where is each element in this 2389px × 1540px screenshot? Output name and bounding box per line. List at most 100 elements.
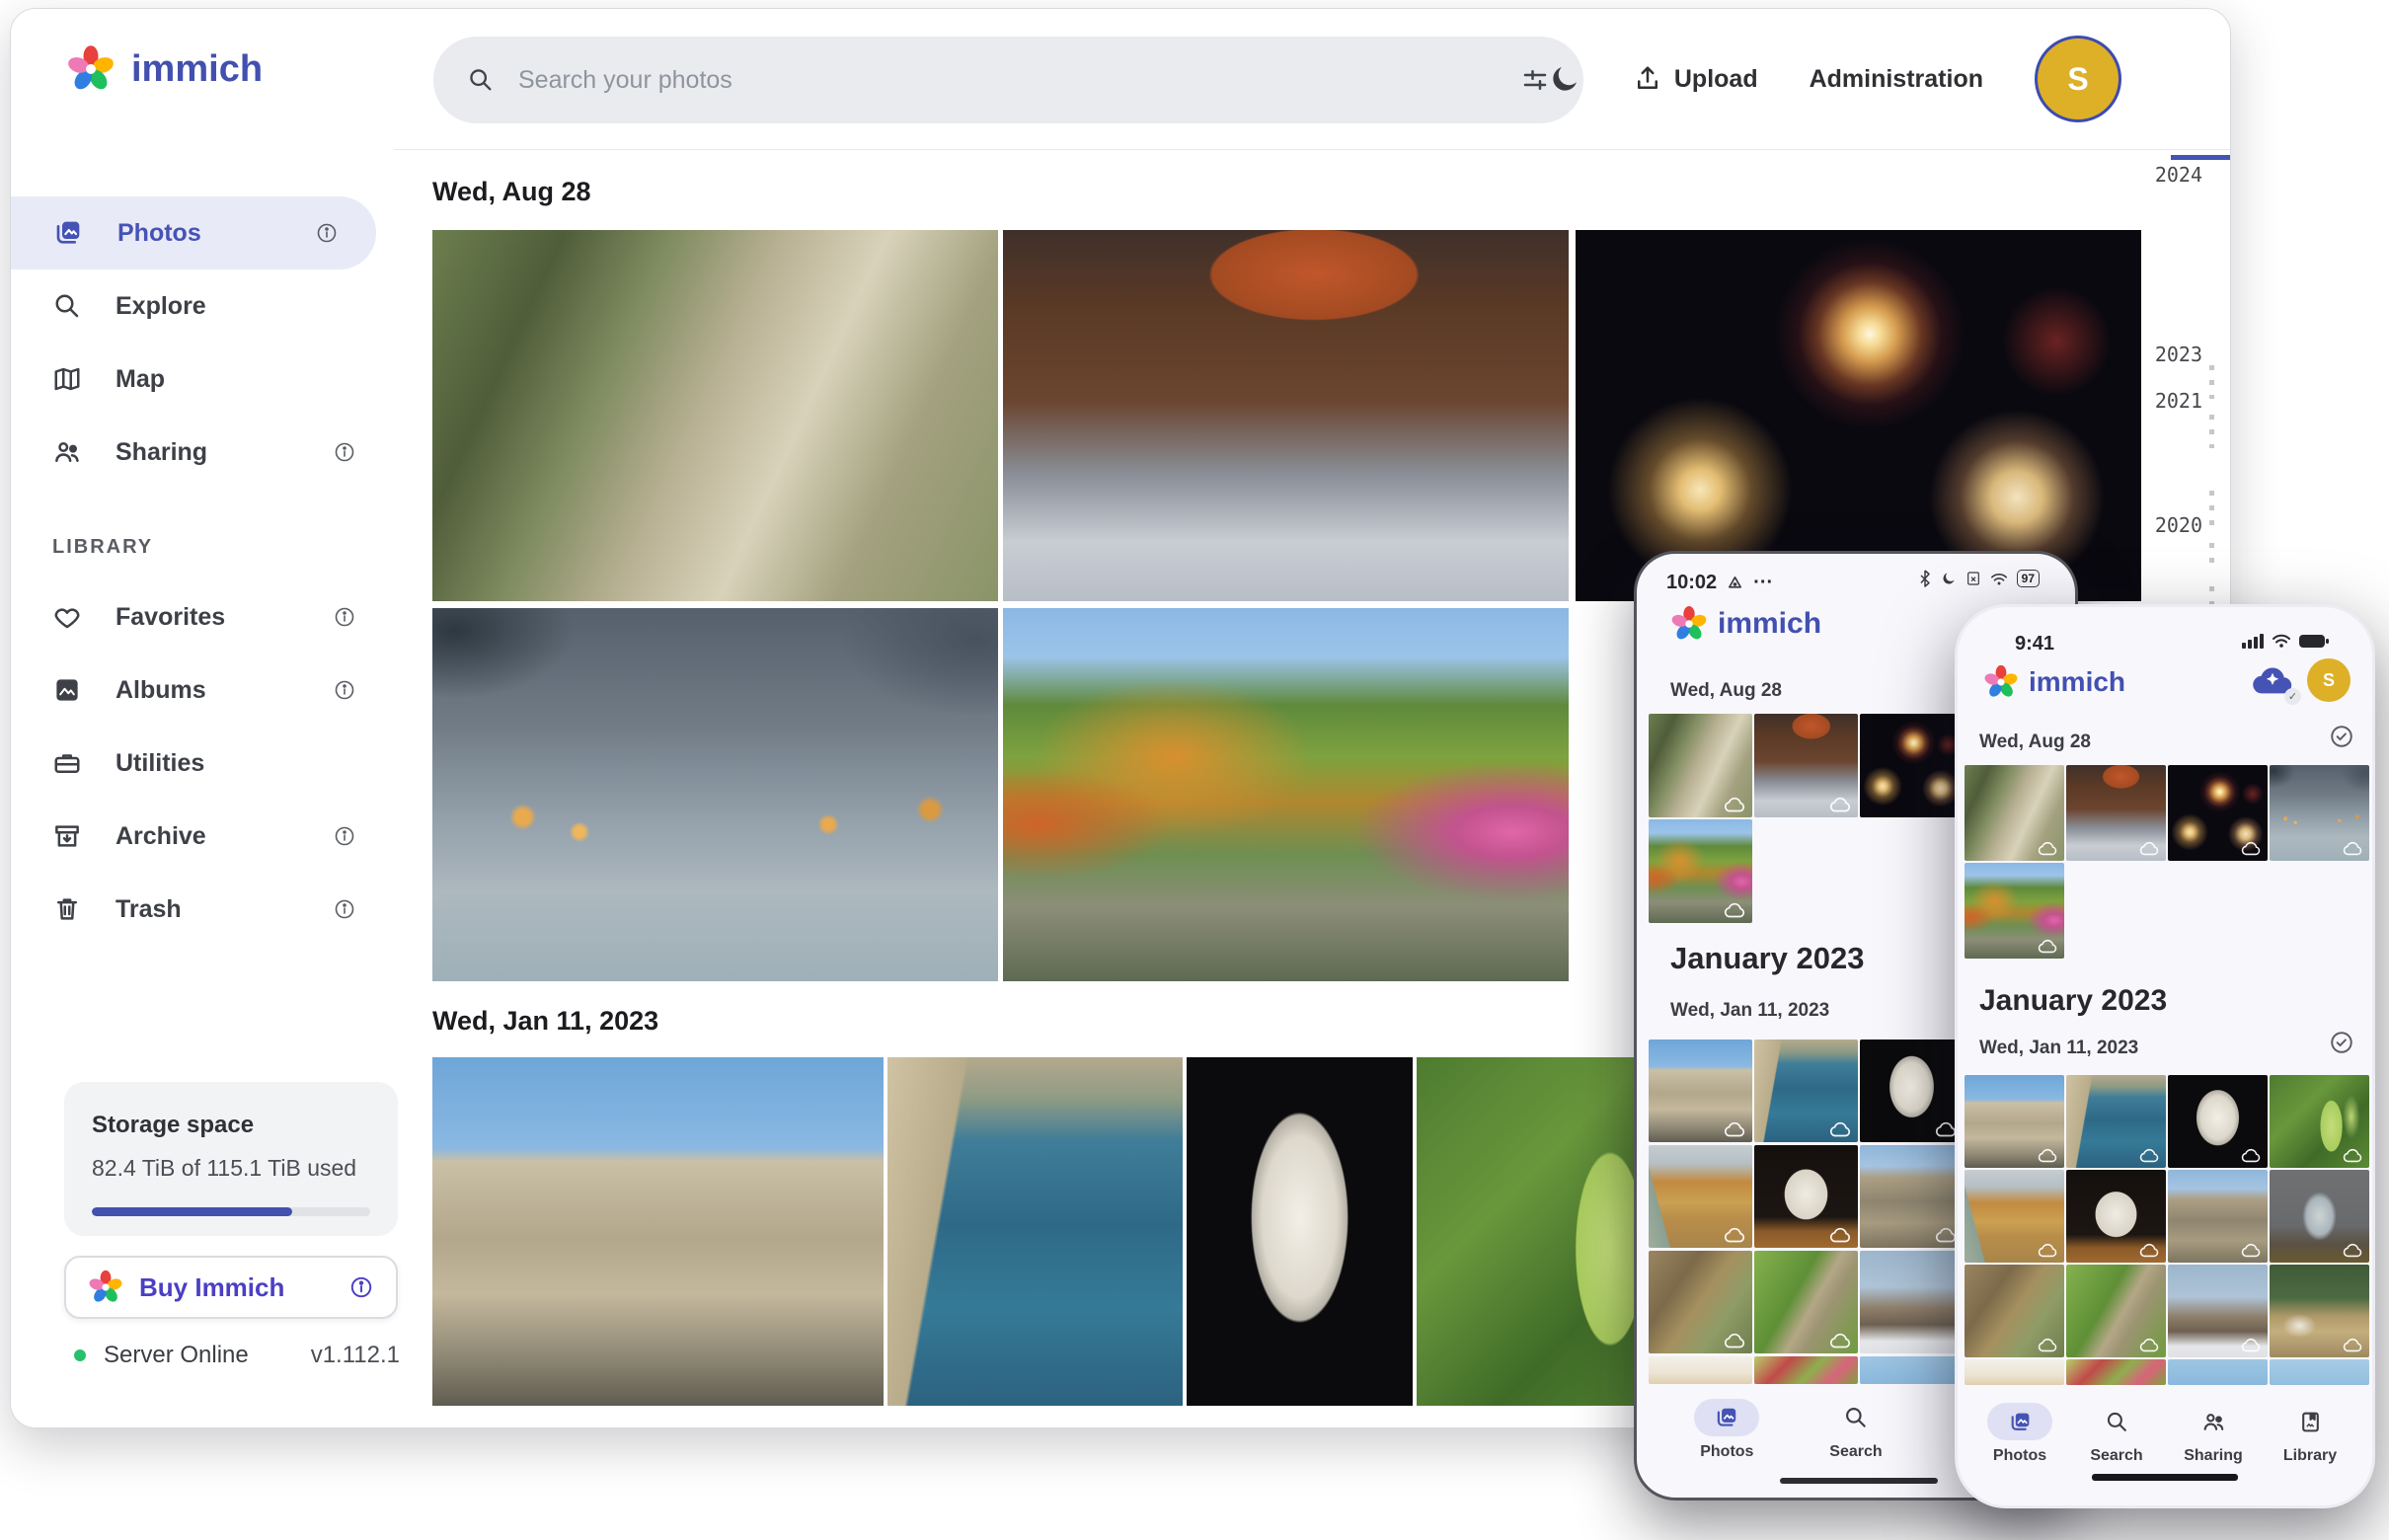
sidebar-item-trash[interactable]: Trash — [11, 873, 394, 946]
gesture-home-bar — [2092, 1474, 2238, 1481]
thumb-autumn-path[interactable] — [1649, 819, 1752, 923]
thumb-stone-sculpture[interactable] — [2066, 1170, 2166, 1263]
cloud-sync-button[interactable]: ✓ — [2250, 662, 2295, 701]
thumb-stone-sculpture[interactable] — [1754, 1145, 1858, 1248]
thumb-coastal-fort[interactable] — [2066, 1075, 2166, 1168]
sidebar-item-utilities[interactable]: Utilities — [11, 727, 394, 800]
select-all-check-icon[interactable] — [2329, 724, 2354, 749]
thumb-zoo-monkeys[interactable] — [1965, 765, 2064, 861]
scrubber-year-label: 2021 — [2155, 389, 2202, 413]
thumb-lizard-moss[interactable] — [2066, 1265, 2166, 1357]
info-icon[interactable] — [333, 605, 356, 629]
thumb-partial[interactable] — [2066, 1359, 2166, 1385]
thumb-marble-bust[interactable] — [2168, 1075, 2268, 1168]
thumb-lizard-ground[interactable] — [1649, 1251, 1752, 1353]
info-icon[interactable] — [333, 897, 356, 921]
cloud-backup-icon — [2037, 1242, 2058, 1258]
thumb-castle-ruins[interactable] — [1860, 1145, 1964, 1248]
server-status-row: Server Online v1.112.1 — [74, 1342, 400, 1369]
sim-missing-icon — [1965, 571, 1981, 586]
thumb-holiday-dinner[interactable] — [2066, 765, 2166, 861]
cloud-backup-icon — [1723, 1226, 1746, 1243]
thumb-silver-ornament[interactable] — [2270, 1170, 2369, 1263]
battery-icon — [2299, 634, 2329, 649]
thumb-alpine-farm[interactable] — [2270, 1265, 2369, 1357]
date-group-header: Wed, Jan 11, 2023 — [1670, 1000, 1829, 1022]
cellular-signal-icon — [2242, 633, 2264, 649]
thumb-partial[interactable] — [1649, 1356, 1752, 1384]
photo-holding-hands[interactable] — [432, 608, 998, 981]
thumb-fireworks[interactable] — [2168, 765, 2268, 861]
thumb-fortress[interactable] — [1965, 1075, 2064, 1168]
sidebar-item-photos[interactable]: Photos — [11, 196, 376, 270]
thumb-coastal-fort[interactable] — [1754, 1040, 1858, 1142]
nav-tab-sharing[interactable]: Sharing — [2181, 1403, 2246, 1465]
thumb-holding-hands[interactable] — [2270, 765, 2369, 861]
cloud-backup-icon — [2037, 1337, 2058, 1352]
dark-mode-moon-icon[interactable] — [1548, 62, 1581, 96]
info-icon[interactable] — [333, 440, 356, 464]
nav-tab-search[interactable]: Search — [2084, 1403, 2149, 1465]
brand-wordmark: immich — [2029, 666, 2125, 698]
sharing-people-icon — [52, 437, 82, 467]
thumb-fortress[interactable] — [1649, 1040, 1752, 1142]
thumb-lizard-moss[interactable] — [1754, 1251, 1858, 1353]
thumb-partial[interactable] — [1754, 1356, 1858, 1384]
nav-tab-photos[interactable]: Photos — [1694, 1399, 1759, 1461]
storage-space-card: Storage space 82.4 TiB of 115.1 TiB used — [64, 1082, 398, 1236]
thumb-fireworks[interactable] — [1860, 714, 1964, 817]
info-icon[interactable] — [333, 824, 356, 848]
thumb-snowy-church[interactable] — [2168, 1265, 2268, 1357]
user-avatar[interactable]: S — [2307, 658, 2350, 702]
photo-coastal-fort[interactable] — [887, 1057, 1183, 1406]
search-bar[interactable] — [433, 37, 1583, 123]
storage-progress-track — [92, 1207, 370, 1216]
thumb-holiday-dinner[interactable] — [1754, 714, 1858, 817]
ios-phone-mockup: 9:41 immich ✓ S Wed, Aug 28 — [1955, 604, 2375, 1508]
photo-autumn-path[interactable] — [1003, 608, 1569, 981]
thumb-partial[interactable] — [1965, 1359, 2064, 1385]
search-filters-icon[interactable] — [1520, 65, 1550, 95]
thumb-castle-ruins[interactable] — [2168, 1170, 2268, 1263]
upload-button[interactable]: Upload — [1633, 64, 1758, 94]
thumb-beach-cliff[interactable] — [1649, 1145, 1752, 1248]
photo-holiday-dinner[interactable] — [1003, 230, 1569, 601]
photo-zoo-monkeys[interactable] — [432, 230, 998, 601]
nav-tab-photos[interactable]: Photos — [1987, 1403, 2052, 1465]
thumb-beach-cliff[interactable] — [1965, 1170, 2064, 1263]
thumb-autumn-path[interactable] — [1965, 863, 2064, 959]
sidebar-item-map[interactable]: Map — [11, 343, 394, 416]
photo-marble-bust[interactable] — [1187, 1057, 1413, 1406]
sidebar-item-archive[interactable]: Archive — [11, 800, 394, 873]
cloud-backup-icon — [2037, 1147, 2058, 1163]
thumb-marble-bust[interactable] — [1860, 1040, 1964, 1142]
thumb-partial[interactable] — [1860, 1356, 1964, 1384]
immich-flower-icon — [1983, 664, 2019, 700]
thumb-sea-grapes[interactable] — [2270, 1075, 2369, 1168]
info-icon[interactable] — [333, 678, 356, 702]
sidebar-item-favorites[interactable]: Favorites — [11, 580, 394, 654]
thumb-snowy-church[interactable] — [1860, 1251, 1964, 1353]
storage-usage-text: 82.4 TiB of 115.1 TiB used — [92, 1155, 370, 1182]
photo-fireworks[interactable] — [1576, 230, 2141, 601]
search-input[interactable] — [516, 65, 1499, 96]
nav-tab-search[interactable]: Search — [1823, 1399, 1888, 1461]
immich-logo[interactable]: immich — [66, 44, 263, 94]
sidebar-item-albums[interactable]: Albums — [11, 654, 394, 727]
cloud-backup-icon — [2138, 840, 2160, 856]
info-icon[interactable] — [315, 221, 339, 245]
user-avatar[interactable]: S — [2035, 36, 2121, 122]
administration-link[interactable]: Administration — [1810, 65, 1983, 94]
thumb-zoo-monkeys[interactable] — [1649, 714, 1752, 817]
sidebar-item-label: Explore — [116, 292, 206, 321]
sidebar-item-sharing[interactable]: Sharing — [11, 416, 394, 489]
thumb-partial[interactable] — [2270, 1359, 2369, 1385]
thumb-lizard-ground[interactable] — [1965, 1265, 2064, 1357]
photo-fortress-walls[interactable] — [432, 1057, 884, 1406]
sidebar-item-explore[interactable]: Explore — [11, 270, 394, 343]
thumb-partial[interactable] — [2168, 1359, 2268, 1385]
buy-immich-button[interactable]: Buy Immich — [64, 1256, 398, 1319]
nav-tab-library[interactable]: Library — [2277, 1403, 2343, 1465]
library-icon — [2298, 1410, 2323, 1434]
select-group-check-icon[interactable] — [2329, 1030, 2354, 1055]
